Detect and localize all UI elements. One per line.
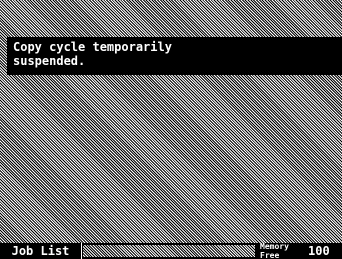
status-message-line-2: suspended. (13, 54, 86, 68)
job-list-button[interactable]: Job List (0, 243, 82, 259)
status-message-line-1: Copy cycle temporarily (13, 40, 172, 54)
copier-display-screen: Copy cycle temporarily suspended. Job Li… (0, 0, 342, 259)
status-message-bar: Copy cycle temporarily suspended. (7, 37, 342, 75)
memory-free-indicator: Memory Free 100 (258, 243, 342, 259)
memory-free-label: Memory Free (260, 243, 289, 259)
memory-free-value: 100 (308, 244, 330, 258)
bottom-status-bar: Job List Memory Free 100 (0, 243, 342, 259)
bottom-bar-filler (83, 245, 255, 257)
